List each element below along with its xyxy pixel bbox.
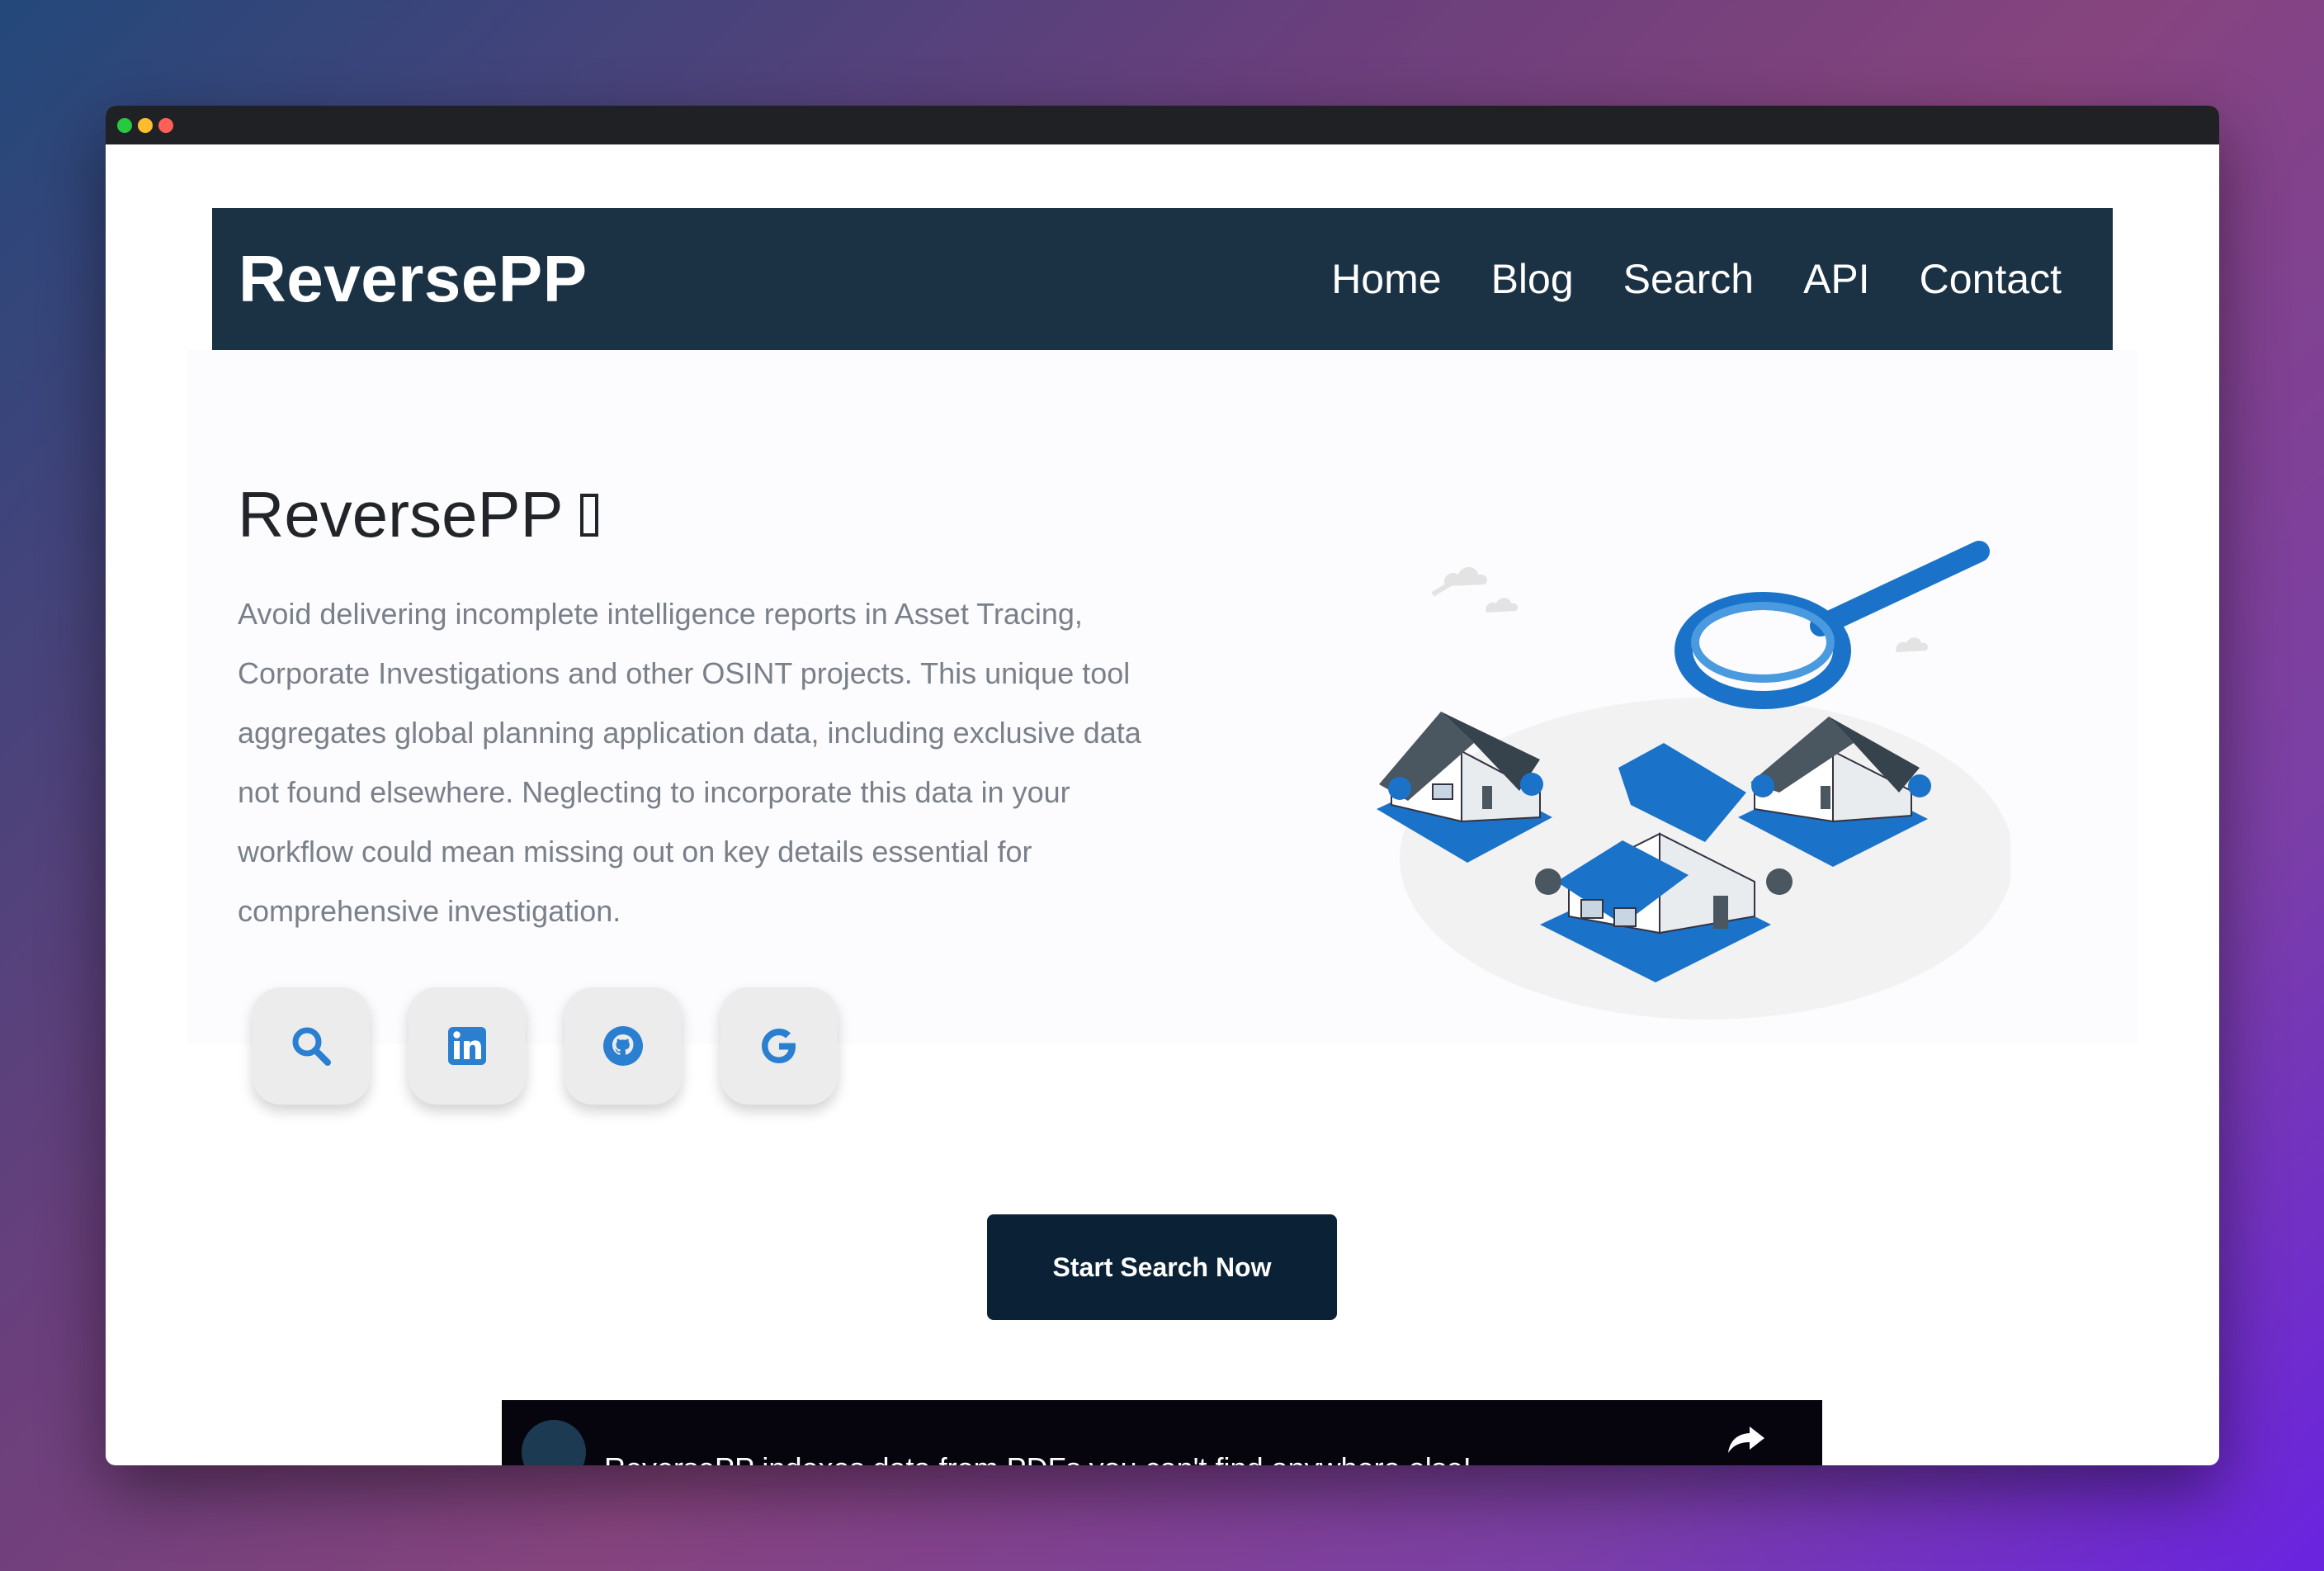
nav-links: Home Blog Search API Contact — [1331, 255, 2062, 303]
video-embed[interactable]: ReversePP indexes data from PDFs you can… — [502, 1400, 1822, 1465]
brand-logo[interactable]: ReversePP — [239, 241, 588, 317]
hero-description: Avoid delivering incomplete intelligence… — [238, 597, 1141, 928]
top-navbar: ReversePP Home Blog Search API Contact — [212, 208, 2113, 350]
missing-glyph-icon — [579, 494, 598, 537]
video-title[interactable]: ReversePP indexes data from PDFs you can… — [604, 1451, 1471, 1465]
linkedin-icon — [448, 1027, 486, 1065]
search-icon — [292, 1027, 331, 1066]
nav-link-search[interactable]: Search — [1623, 255, 1754, 303]
hero-title: ReversePP — [238, 477, 598, 552]
share-icon[interactable] — [1726, 1423, 1766, 1456]
hero-title-text: ReversePP — [238, 478, 564, 551]
nav-link-blog[interactable]: Blog — [1491, 255, 1574, 303]
houses-search-illustration — [1377, 541, 2010, 1020]
github-icon-button[interactable] — [564, 987, 682, 1105]
nav-link-contact[interactable]: Contact — [1920, 255, 2062, 303]
github-icon — [603, 1026, 643, 1066]
start-search-button[interactable]: Start Search Now — [987, 1214, 1337, 1320]
channel-avatar[interactable] — [522, 1420, 586, 1465]
search-icon-button[interactable] — [253, 987, 370, 1105]
linkedin-icon-button[interactable] — [409, 987, 526, 1105]
page-content: ReversePP Home Blog Search API Contact R… — [106, 106, 2219, 1465]
google-icon-button[interactable] — [720, 987, 838, 1105]
google-icon — [762, 1029, 796, 1063]
nav-link-api[interactable]: API — [1803, 255, 1870, 303]
nav-link-home[interactable]: Home — [1331, 255, 1441, 303]
